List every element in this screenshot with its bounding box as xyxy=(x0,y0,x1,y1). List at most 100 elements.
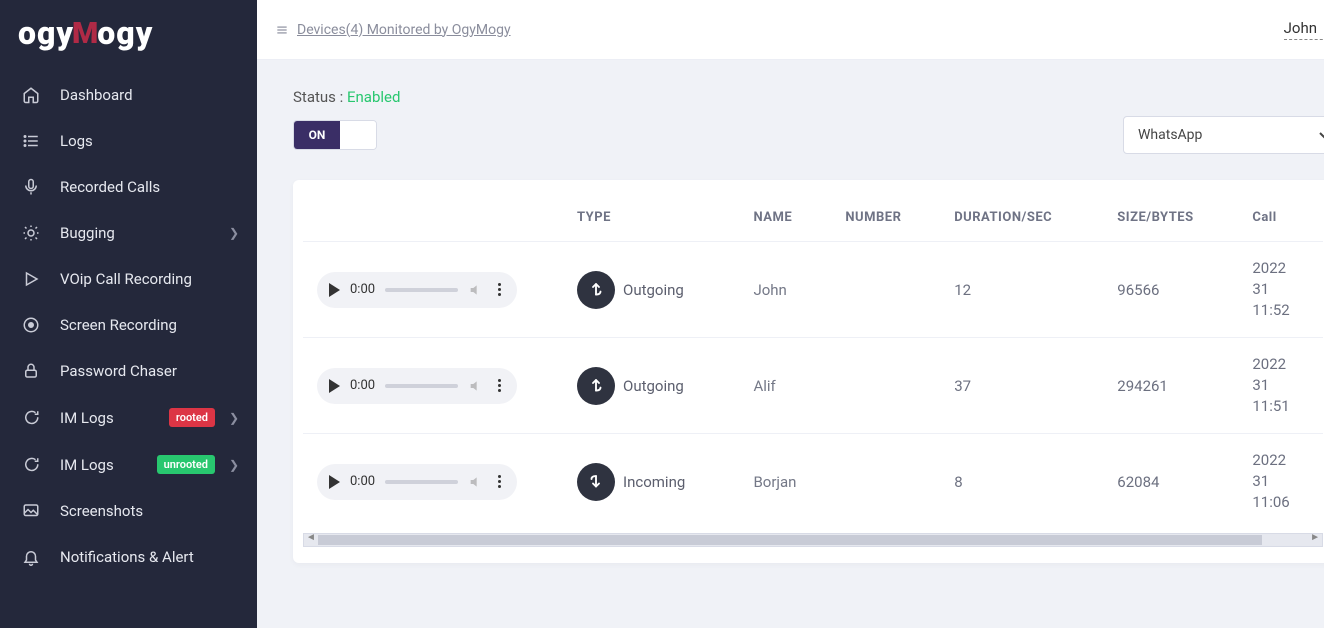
sidebar-item-voip[interactable]: VOip Call Recording xyxy=(0,256,257,302)
audio-progress[interactable] xyxy=(385,288,458,292)
chat-icon xyxy=(20,409,42,427)
user-dropdown[interactable]: John xyxy=(1284,19,1324,40)
chat-icon xyxy=(20,456,42,474)
call-date: 20223111:51 xyxy=(1238,338,1323,434)
sidebar-item-screen-recording[interactable]: Screen Recording xyxy=(0,302,257,348)
bug-icon xyxy=(20,224,42,242)
play-icon[interactable] xyxy=(329,379,340,393)
audio-time: 0:00 xyxy=(350,282,375,297)
unrooted-badge: unrooted xyxy=(157,455,215,474)
content: Status : Enabled ON WhatsApp xyxy=(257,60,1324,563)
rooted-badge: rooted xyxy=(169,408,215,427)
call-name: Alif xyxy=(739,338,831,434)
audio-player[interactable]: 0:00 xyxy=(317,272,517,308)
call-name: John xyxy=(739,242,831,338)
sidebar-item-label: VOip Call Recording xyxy=(60,270,192,288)
chevron-right-icon: ❯ xyxy=(229,411,239,425)
sidebar: ogy M ogy Dashboard Logs Recorded Calls … xyxy=(0,0,257,628)
status-value: Enabled xyxy=(347,88,400,106)
th-name: NAME xyxy=(739,200,831,242)
outgoing-icon xyxy=(577,367,615,405)
sidebar-item-im-logs-unrooted[interactable]: IM Logs unrooted ❯ xyxy=(0,441,257,488)
breadcrumb-text: Devices(4) Monitored by OgyMogy xyxy=(297,22,511,38)
audio-menu-icon[interactable] xyxy=(494,281,505,298)
incoming-icon xyxy=(577,463,615,501)
call-date: 20223111:52 xyxy=(1238,242,1323,338)
call-size: 96566 xyxy=(1103,242,1238,338)
sidebar-item-label: Dashboard xyxy=(60,86,133,104)
main: Devices(4) Monitored by OgyMogy John Sta… xyxy=(257,0,1324,628)
sidebar-item-logs[interactable]: Logs xyxy=(0,118,257,164)
status-toggle[interactable]: ON xyxy=(293,120,377,150)
app-filter-select[interactable]: WhatsApp xyxy=(1123,116,1324,154)
audio-menu-icon[interactable] xyxy=(494,473,505,490)
sidebar-item-label: Screen Recording xyxy=(60,316,177,334)
volume-icon[interactable] xyxy=(468,282,484,298)
breadcrumb[interactable]: Devices(4) Monitored by OgyMogy xyxy=(275,22,511,38)
toggle-off xyxy=(340,121,376,149)
call-duration: 8 xyxy=(940,434,1103,530)
brand-part2: ogy xyxy=(97,14,153,52)
th-size: SIZE/BYTES xyxy=(1103,200,1238,242)
sidebar-item-recorded-calls[interactable]: Recorded Calls xyxy=(0,164,257,210)
brand-part1: ogy xyxy=(18,14,74,52)
outgoing-icon xyxy=(577,271,615,309)
lock-icon xyxy=(20,362,42,380)
sidebar-item-label: Bugging xyxy=(60,224,115,242)
play-outline-icon xyxy=(20,270,42,288)
mic-icon xyxy=(20,178,42,196)
chevron-right-icon: ❯ xyxy=(229,458,239,472)
table-scroll[interactable]: TYPE NAME NUMBER DURATION/SEC SIZE/BYTES… xyxy=(303,200,1323,547)
sidebar-item-im-logs-rooted[interactable]: IM Logs rooted ❯ xyxy=(0,394,257,441)
status-line: Status : Enabled xyxy=(293,88,1324,106)
brand-logo: ogy M ogy xyxy=(0,0,257,66)
audio-player[interactable]: 0:00 xyxy=(317,368,517,404)
topbar: Devices(4) Monitored by OgyMogy John xyxy=(257,0,1324,60)
table-row: 0:00 Outgoing Alif 3729426120223111:51 xyxy=(303,338,1323,434)
play-icon[interactable] xyxy=(329,475,340,489)
menu-icon xyxy=(275,23,289,37)
table-row: 0:00 Incoming Borjan 86208420223111:06 xyxy=(303,434,1323,530)
call-name: Borjan xyxy=(739,434,831,530)
audio-progress[interactable] xyxy=(385,384,458,388)
th-type: TYPE xyxy=(563,200,739,242)
audio-player[interactable]: 0:00 xyxy=(317,464,517,500)
calls-table: TYPE NAME NUMBER DURATION/SEC SIZE/BYTES… xyxy=(303,200,1323,529)
audio-progress[interactable] xyxy=(385,480,458,484)
sidebar-item-label: Screenshots xyxy=(60,502,143,520)
audio-time: 0:00 xyxy=(350,474,375,489)
audio-menu-icon[interactable] xyxy=(494,377,505,394)
sidebar-item-label: Logs xyxy=(60,132,93,150)
call-size: 62084 xyxy=(1103,434,1238,530)
call-type: Incoming xyxy=(623,473,685,491)
horizontal-scrollbar[interactable] xyxy=(303,533,1323,547)
call-type: Outgoing xyxy=(623,281,684,299)
play-icon[interactable] xyxy=(329,283,340,297)
chevron-right-icon: ❯ xyxy=(229,226,239,240)
sidebar-item-password-chaser[interactable]: Password Chaser xyxy=(0,348,257,394)
call-date: 20223111:06 xyxy=(1238,434,1323,530)
call-number xyxy=(831,242,940,338)
sidebar-item-label: Notifications & Alert xyxy=(60,548,194,566)
th-number: NUMBER xyxy=(831,200,940,242)
sidebar-item-notifications[interactable]: Notifications & Alert xyxy=(0,534,257,580)
sidebar-item-dashboard[interactable]: Dashboard xyxy=(0,72,257,118)
sidebar-item-label: IM Logs xyxy=(60,456,114,474)
call-duration: 37 xyxy=(940,338,1103,434)
sidebar-item-bugging[interactable]: Bugging ❯ xyxy=(0,210,257,256)
volume-icon[interactable] xyxy=(468,474,484,490)
table-row: 0:00 Outgoing John 129656620223111:52 xyxy=(303,242,1323,338)
call-size: 294261 xyxy=(1103,338,1238,434)
status-label: Status : xyxy=(293,88,343,106)
call-duration: 12 xyxy=(940,242,1103,338)
record-icon xyxy=(20,316,42,334)
bell-icon xyxy=(20,548,42,566)
call-type: Outgoing xyxy=(623,377,684,395)
sidebar-item-screenshots[interactable]: Screenshots xyxy=(0,488,257,534)
volume-icon[interactable] xyxy=(468,378,484,394)
brand-m-icon: M xyxy=(72,16,99,51)
calls-card: TYPE NAME NUMBER DURATION/SEC SIZE/BYTES… xyxy=(293,180,1324,563)
sidebar-item-label: Recorded Calls xyxy=(60,178,160,196)
toggle-on-label: ON xyxy=(294,121,340,149)
sidebar-item-label: IM Logs xyxy=(60,409,114,427)
